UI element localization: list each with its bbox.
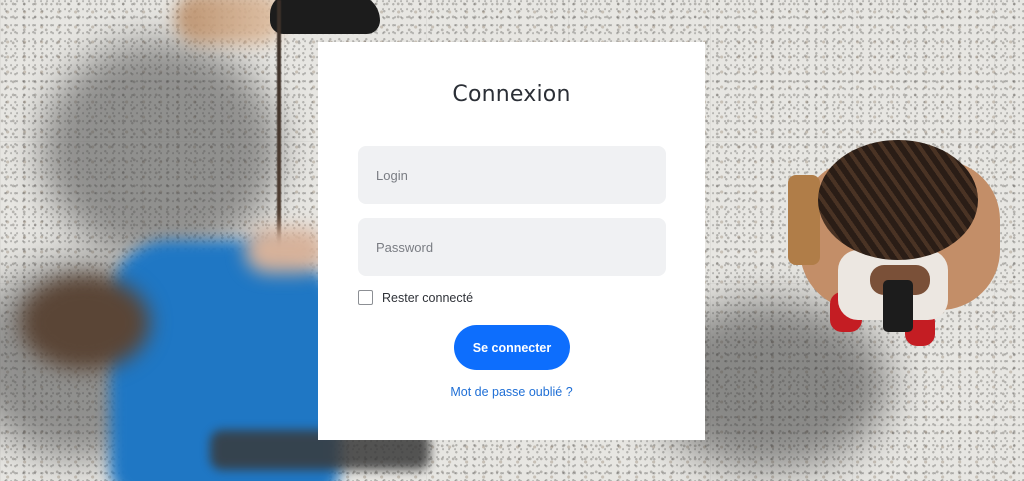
background-figure	[245, 228, 325, 273]
page-title: Connexion	[452, 82, 571, 107]
background-shadow	[40, 40, 280, 260]
background-figure	[818, 140, 978, 260]
login-button[interactable]: Se connecter	[454, 325, 570, 370]
login-input[interactable]	[358, 146, 666, 204]
background-figure	[883, 280, 913, 332]
login-page: Connexion Rester connecté Se connecter M…	[0, 0, 1024, 481]
remember-me[interactable]: Rester connecté	[358, 290, 473, 305]
password-input[interactable]	[358, 218, 666, 276]
remember-me-checkbox[interactable]	[358, 290, 373, 305]
background-figure	[788, 175, 820, 265]
login-card: Connexion Rester connecté Se connecter M…	[318, 42, 705, 440]
forgot-password-link[interactable]: Mot de passe oublié ?	[318, 385, 705, 399]
remember-me-label: Rester connecté	[382, 290, 474, 305]
background-figure	[20, 275, 150, 370]
background-figure	[270, 0, 380, 34]
background-figure	[175, 0, 285, 44]
